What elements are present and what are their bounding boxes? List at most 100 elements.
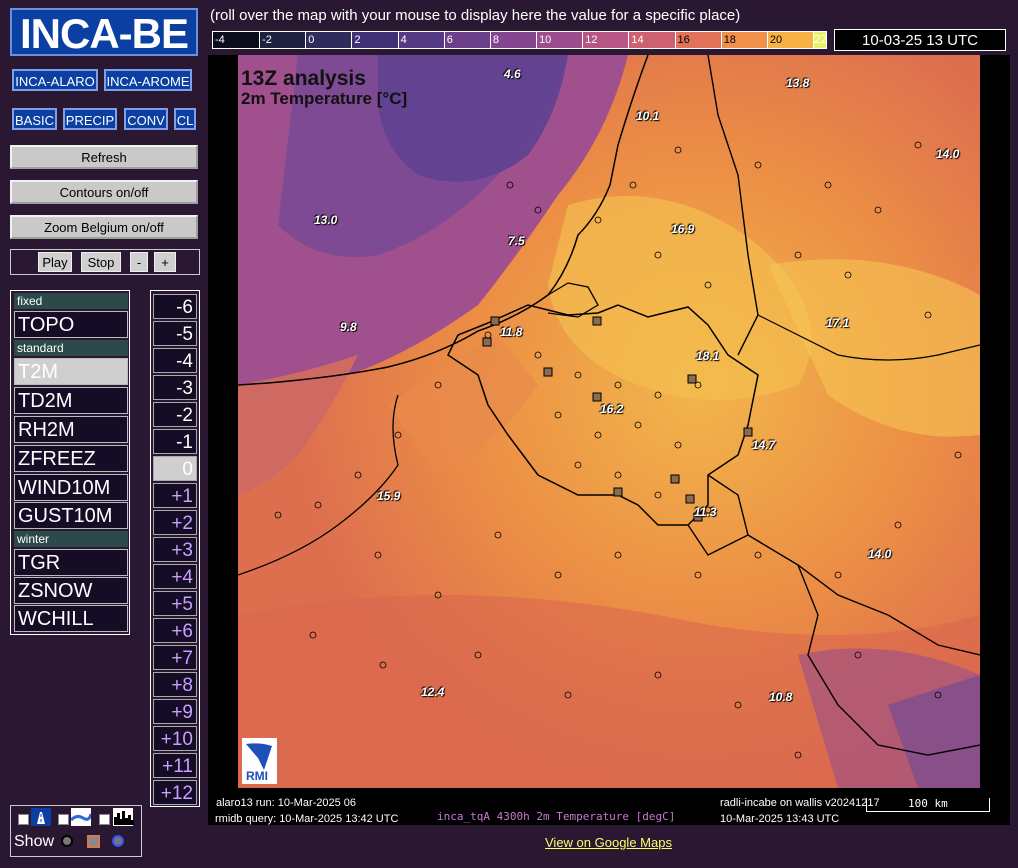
forecast-hour-item[interactable]: +11 <box>153 753 197 778</box>
station-blue-circle-icon[interactable] <box>112 835 124 847</box>
model-button-inca-alaro[interactable]: INCA-ALARO <box>12 69 98 91</box>
play-button[interactable]: Play <box>38 252 72 272</box>
forecast-hour-item[interactable]: +5 <box>153 591 197 616</box>
group-header-standard: standard <box>14 340 128 356</box>
scale-tick: -4 <box>213 32 260 48</box>
scale-tick: 6 <box>443 32 490 48</box>
group-header-fixed: fixed <box>14 293 128 309</box>
param-rh2m[interactable]: RH2M <box>14 416 128 443</box>
forecast-hour-item[interactable]: -5 <box>153 321 197 346</box>
param-td2m[interactable]: TD2M <box>14 387 128 414</box>
category-button-precip[interactable]: PRECIP <box>63 108 117 130</box>
temp-label: 10.8 <box>769 690 793 704</box>
layer-checkbox-roads[interactable] <box>18 814 29 825</box>
scale-tick: 0 <box>305 32 352 48</box>
show-label: Show <box>14 833 55 850</box>
category-button-basic[interactable]: BASIC <box>12 108 57 130</box>
rollover-hint: (roll over the map with your mouse to di… <box>210 7 741 24</box>
refresh-button[interactable]: Refresh <box>10 145 198 169</box>
temp-label: 14.0 <box>868 547 892 561</box>
forecast-hour-item[interactable]: +3 <box>153 537 197 562</box>
scale-tick: 12 <box>582 32 629 48</box>
map-subtitle: 2m Temperature [°C] <box>241 89 408 108</box>
temp-label: 9.8 <box>340 320 357 334</box>
station-circle-icon[interactable] <box>61 835 73 847</box>
temp-label: 10.1 <box>636 109 660 123</box>
temp-label: 11.3 <box>694 505 717 519</box>
rmi-logo: RMI <box>242 738 277 784</box>
temp-label: 11.8 <box>500 325 523 339</box>
temp-label: 12.4 <box>421 685 445 699</box>
layer-checkbox-rivers[interactable] <box>58 814 69 825</box>
scale-tick: 16 <box>674 32 721 48</box>
forecast-hour-item[interactable]: -4 <box>153 348 197 373</box>
param-zfreez[interactable]: ZFREEZ <box>14 445 128 472</box>
motorway-icon <box>31 808 51 826</box>
temperature-map[interactable]: 4.6 13.8 10.1 14.0 13.0 16.9 7.5 9.8 11.… <box>238 55 980 788</box>
scale-tick: -2 <box>259 32 306 48</box>
zoom-belgium-toggle-button[interactable]: Zoom Belgium on/off <box>10 215 198 239</box>
forecast-hour-item[interactable]: +7 <box>153 645 197 670</box>
stop-button[interactable]: Stop <box>81 252 121 272</box>
param-wchill[interactable]: WCHILL <box>14 605 128 632</box>
timestamp-display: 10-03-25 13 UTC <box>834 29 1006 51</box>
forecast-hour-item[interactable]: +12 <box>153 780 197 805</box>
temp-label: 14.0 <box>936 147 960 161</box>
parameter-list: fixed TOPO standard T2M TD2M RH2M ZFREEZ… <box>10 290 130 635</box>
scale-tick: 14 <box>628 32 675 48</box>
step-forward-button[interactable]: + <box>154 252 176 272</box>
contours-toggle-button[interactable]: Contours on/off <box>10 180 198 204</box>
param-topo[interactable]: TOPO <box>14 311 128 338</box>
scale-tick: 10 <box>536 32 583 48</box>
category-button-cl[interactable]: CL <box>174 108 196 130</box>
inca-be-logo: INCA-BE <box>10 8 198 57</box>
temp-label: 13.0 <box>314 213 338 227</box>
layer-toggles: Show <box>10 805 142 857</box>
layer-checkbox-cities[interactable] <box>99 814 110 825</box>
forecast-hour-item[interactable]: +10 <box>153 726 197 751</box>
forecast-hour-item[interactable]: -6 <box>153 294 197 319</box>
forecast-hour-item[interactable]: +8 <box>153 672 197 697</box>
temp-label: 18.1 <box>696 349 720 363</box>
forecast-hour-item[interactable]: +2 <box>153 510 197 535</box>
temperature-color-scale: -4 -2 0 2 4 6 8 10 12 14 16 18 20 <box>212 31 827 49</box>
animation-controls: Play Stop - + <box>10 249 200 275</box>
temp-label: 15.9 <box>377 489 401 503</box>
param-zsnow[interactable]: ZSNOW <box>14 577 128 604</box>
scale-tick: 18 <box>720 32 767 48</box>
param-t2m[interactable]: T2M <box>14 358 128 385</box>
temp-label: 4.6 <box>504 67 521 81</box>
forecast-hour-item[interactable]: +6 <box>153 618 197 643</box>
model-run-info: alaro13 run: 10-Mar-2025 06 <box>216 797 357 809</box>
scale-max-label: 22 <box>814 32 828 46</box>
temp-label: 16.2 <box>600 402 624 416</box>
step-back-button[interactable]: - <box>130 252 148 272</box>
city-skyline-icon <box>113 808 134 826</box>
forecast-hour-list: -6 -5 -4 -3 -2 -1 0 +1 +2 +3 +4 +5 +6 +7 +8 +9 +10 +11 +12 <box>150 290 200 807</box>
model-button-inca-arome[interactable]: INCA-AROME <box>104 69 192 91</box>
scale-tick: 20 <box>766 32 813 48</box>
forecast-hour-item[interactable]: -3 <box>153 375 197 400</box>
temp-label: 17.1 <box>826 316 850 330</box>
param-gust10m[interactable]: GUST10M <box>14 502 128 529</box>
map-title: 13Z analysis <box>241 67 366 90</box>
forecast-hour-item[interactable]: +9 <box>153 699 197 724</box>
param-wind10m[interactable]: WIND10M <box>14 474 128 501</box>
temp-label: 7.5 <box>508 234 525 248</box>
river-icon <box>69 808 93 826</box>
scale-tick: 8 <box>489 32 537 48</box>
temp-label: 13.8 <box>786 76 810 90</box>
forecast-hour-item[interactable]: +1 <box>153 483 197 508</box>
station-square-icon[interactable] <box>87 835 100 848</box>
scale-tick: 2 <box>351 32 398 48</box>
forecast-hour-item[interactable]: 0 <box>153 456 197 481</box>
google-maps-link[interactable]: View on Google Maps <box>545 835 672 850</box>
category-button-conv[interactable]: CONV <box>124 108 168 130</box>
database-query-info: rmidb query: 10-Mar-2025 13:42 UTC <box>215 813 399 825</box>
forecast-hour-item[interactable]: -1 <box>153 429 197 454</box>
rmi-logo-text: RMI <box>246 769 268 783</box>
forecast-hour-item[interactable]: +4 <box>153 564 197 589</box>
forecast-hour-item[interactable]: -2 <box>153 402 197 427</box>
param-tgr[interactable]: TGR <box>14 549 128 576</box>
server-time: 10-Mar-2025 13:43 UTC <box>720 813 840 825</box>
